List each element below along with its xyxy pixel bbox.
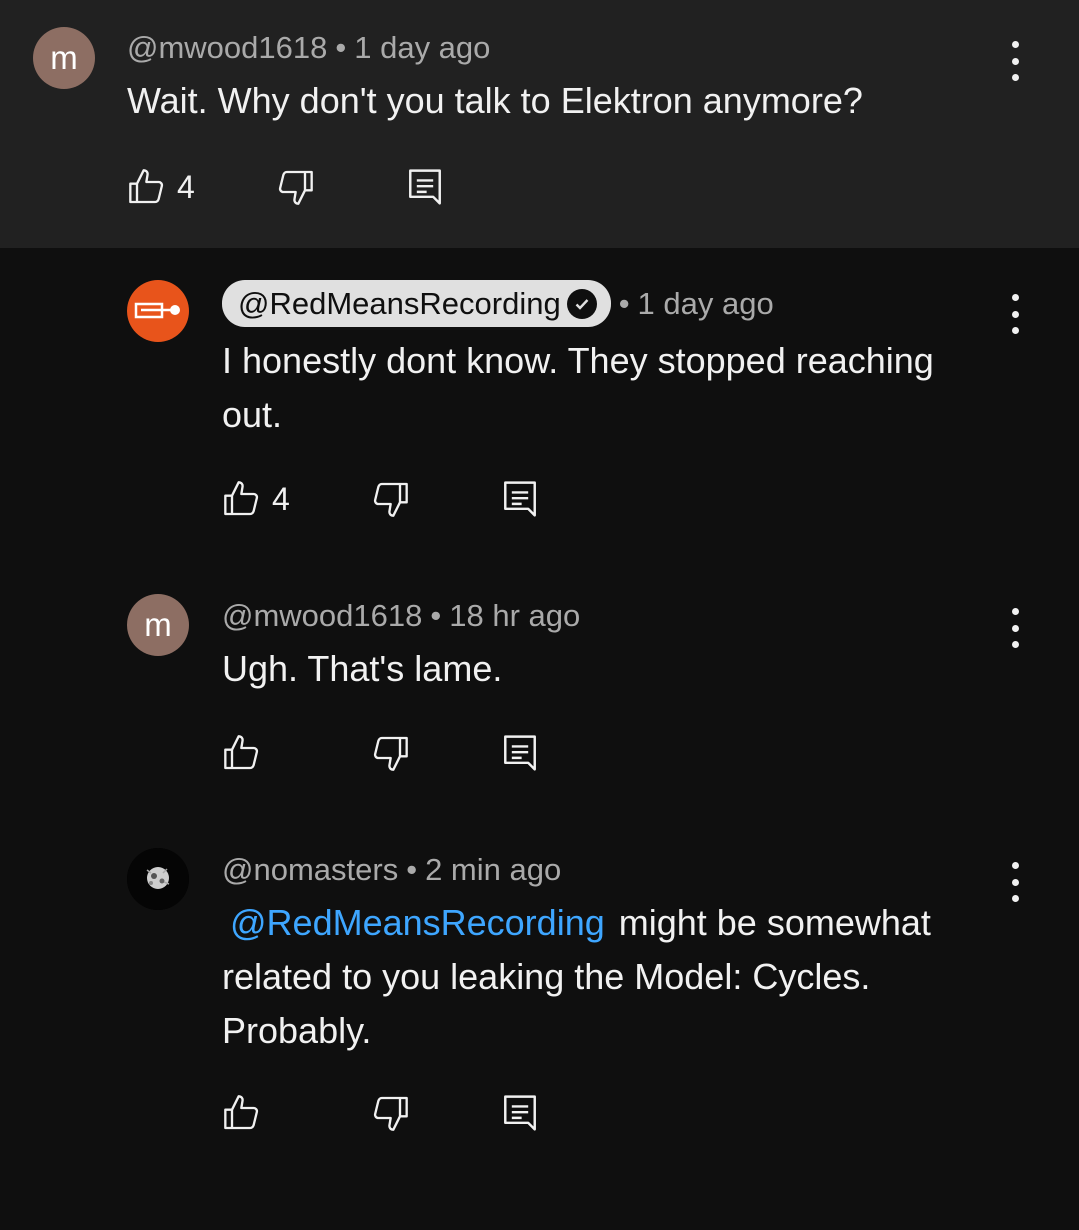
dislike-button[interactable] — [275, 162, 315, 212]
comment-actions: 4 — [222, 474, 562, 524]
author-name[interactable]: @nomasters — [222, 852, 398, 888]
comment-meta: @mwood1618 • 18 hr ago — [222, 598, 580, 634]
timestamp[interactable]: 1 day ago — [638, 286, 774, 322]
comment-meta: @mwood1618 • 1 day ago — [127, 30, 490, 66]
author-name[interactable]: @mwood1618 — [222, 598, 422, 634]
like-count: 4 — [177, 168, 195, 205]
timestamp[interactable]: 18 hr ago — [449, 598, 580, 634]
reply-icon — [409, 169, 441, 205]
reply-comment: @nomasters • 2 min ago @RedMeansRecordin… — [0, 822, 1079, 1230]
like-count: 4 — [272, 480, 290, 517]
avatar[interactable] — [127, 848, 189, 910]
comment-meta: @RedMeansRecording • 1 day ago — [222, 280, 774, 327]
reply-icon — [504, 1095, 536, 1131]
profile-photo-icon — [127, 848, 189, 910]
dislike-icon — [373, 482, 408, 517]
reply-button[interactable] — [502, 1088, 538, 1138]
reply-comment: @RedMeansRecording • 1 day ago I honestl… — [0, 248, 1079, 568]
creator-badge[interactable]: @RedMeansRecording — [222, 280, 611, 327]
reply-button[interactable] — [502, 728, 538, 778]
parent-comment: m @mwood1618 • 1 day ago Wait. Why don't… — [0, 0, 1079, 248]
avatar[interactable] — [127, 280, 189, 342]
timestamp[interactable]: 1 day ago — [354, 30, 490, 66]
like-button[interactable] — [222, 1088, 262, 1138]
text-line: I honestly dont know. They stopped reach… — [222, 340, 934, 381]
reply-button[interactable] — [407, 162, 443, 212]
text-line: @RedMeansRecording might be somewhat — [230, 902, 931, 943]
text-line: out. — [222, 394, 283, 435]
reply-comment: m @mwood1618 • 18 hr ago Ugh. That's lam… — [0, 568, 1079, 828]
reply-icon — [504, 735, 536, 771]
dislike-button[interactable] — [370, 728, 410, 778]
comment-text: @RedMeansRecording might be somewhat rela… — [222, 896, 931, 1058]
like-icon — [129, 169, 164, 204]
text-line: related to you leaking the Model: Cycles… — [222, 956, 871, 997]
dislike-icon — [278, 170, 313, 205]
like-button[interactable] — [222, 728, 262, 778]
dislike-icon — [373, 1096, 408, 1131]
like-button[interactable]: 4 — [127, 162, 195, 212]
comment-actions — [222, 728, 562, 778]
verified-check-icon — [566, 288, 597, 319]
dislike-button[interactable] — [370, 1088, 410, 1138]
comment-text: Wait. Why don't you talk to Elektron any… — [127, 80, 863, 121]
dislike-icon — [373, 736, 408, 771]
more-options-icon[interactable] — [1000, 294, 1030, 334]
more-options-icon[interactable] — [1000, 41, 1030, 81]
comment-actions: 4 — [127, 162, 467, 212]
author-name[interactable]: @mwood1618 — [127, 30, 327, 66]
like-icon — [224, 481, 259, 516]
reply-icon — [504, 481, 536, 517]
mention-link[interactable]: @RedMeansRecording — [230, 902, 605, 943]
like-button[interactable]: 4 — [222, 474, 290, 524]
more-options-icon[interactable] — [1000, 862, 1030, 902]
like-icon — [224, 735, 259, 770]
author-name: @RedMeansRecording — [238, 285, 561, 321]
dislike-button[interactable] — [370, 474, 410, 524]
separator: • — [335, 30, 347, 65]
avatar[interactable]: m — [33, 27, 95, 89]
separator: • — [618, 285, 630, 321]
separator: • — [406, 852, 418, 887]
channel-logo-icon — [134, 302, 180, 319]
more-options-icon[interactable] — [1000, 608, 1030, 648]
timestamp[interactable]: 2 min ago — [425, 852, 561, 888]
like-icon — [224, 1095, 259, 1130]
reply-button[interactable] — [502, 474, 538, 524]
avatar[interactable]: m — [127, 594, 189, 656]
comment-meta: @nomasters • 2 min ago — [222, 852, 561, 888]
comment-actions — [222, 1088, 562, 1138]
comment-text: I honestly dont know. They stopped reach… — [222, 334, 934, 442]
comment-text: Ugh. That's lame. — [222, 648, 503, 689]
separator: • — [430, 598, 442, 633]
text-line: Probably. — [222, 1010, 372, 1051]
